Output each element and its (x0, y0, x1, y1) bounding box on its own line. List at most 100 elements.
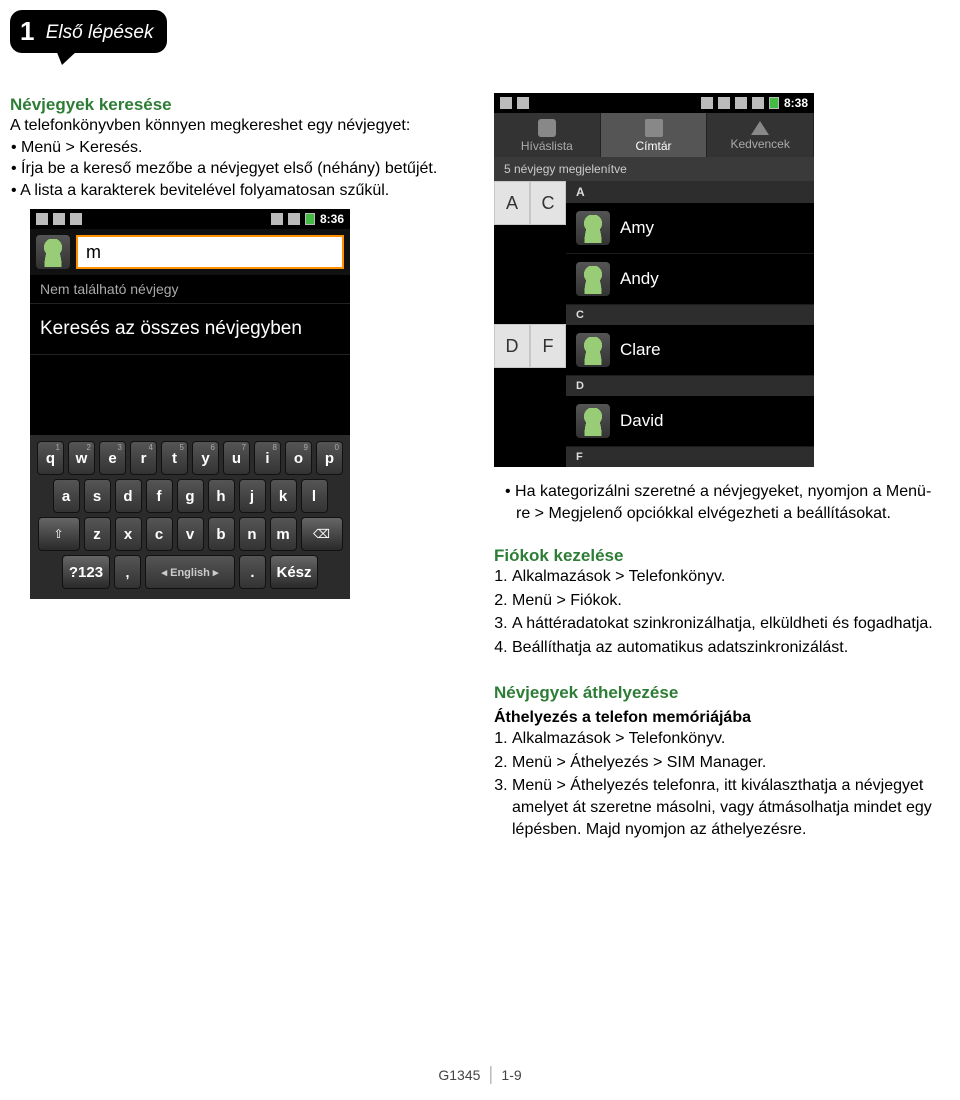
chapter-number: 1 (20, 16, 34, 46)
key-language[interactable]: ◂ English ▸ (145, 555, 235, 589)
section-title-search: Névjegyek keresése (10, 95, 470, 115)
status-time: 8:38 (784, 96, 808, 110)
avatar-icon (36, 235, 70, 269)
call-log-icon (538, 119, 556, 137)
status-icons-left (500, 97, 529, 109)
key-o[interactable]: 9o (285, 441, 312, 475)
key-z[interactable]: z (84, 517, 111, 551)
phone-search-screenshot: 8:36 m Nem található névjegy Keresés az … (30, 209, 350, 599)
move-steps: Alkalmazások > Telefonkönyv.Menü > Áthel… (494, 728, 940, 840)
contact-name: Amy (620, 218, 654, 238)
bullet-1: • Menü > Keresés. (10, 137, 470, 159)
list-item: Alkalmazások > Telefonkönyv. (512, 566, 940, 588)
speech-tail-icon (56, 50, 78, 65)
bullet-2: • Írja be a kereső mezőbe a névjegyet el… (10, 158, 470, 180)
key-period[interactable]: . (239, 555, 266, 589)
key-n[interactable]: n (239, 517, 266, 551)
contact-row[interactable]: Andy (566, 254, 814, 305)
key-backspace[interactable]: ⌫ (301, 517, 343, 551)
key-r[interactable]: 4r (130, 441, 157, 475)
page-footer: G1345 1-9 (438, 1066, 521, 1084)
contact-name: David (620, 411, 663, 431)
search-all-row[interactable]: Keresés az összes névjegyben (30, 303, 350, 355)
key-f[interactable]: f (146, 479, 173, 513)
tab-favorites[interactable]: Kedvencek (707, 113, 814, 157)
key-v[interactable]: v (177, 517, 204, 551)
key-s[interactable]: s (84, 479, 111, 513)
index-D[interactable]: D (494, 324, 530, 368)
list-item: Menü > Fiókok. (512, 590, 940, 612)
key-h[interactable]: h (208, 479, 235, 513)
battery-icon (769, 97, 779, 109)
section-header: D (566, 376, 814, 396)
key-done[interactable]: Kész (270, 555, 318, 589)
key-a[interactable]: a (53, 479, 80, 513)
key-w[interactable]: 2w (68, 441, 95, 475)
status-icons-right: 8:38 (701, 96, 808, 110)
move-subtitle: Áthelyezés a telefon memóriájába (494, 707, 940, 729)
list-item: Beállíthatja az automatikus adatszinkron… (512, 637, 940, 659)
index-F[interactable]: F (530, 324, 566, 368)
key-l[interactable]: l (301, 479, 328, 513)
tab-label: Kedvencek (730, 137, 789, 151)
chapter-tab: 1 Első lépések (10, 10, 167, 53)
search-row: m (30, 229, 350, 275)
tabs: Híváslista Címtár Kedvencek (494, 113, 814, 157)
contact-count: 5 névjegy megjelenítve (494, 157, 814, 181)
status-icon (36, 213, 48, 225)
accounts-steps: Alkalmazások > Telefonkönyv.Menü > Fióko… (494, 566, 940, 658)
key-q[interactable]: 1q (37, 441, 64, 475)
status-icon (517, 97, 529, 109)
index-A[interactable]: A (494, 181, 530, 225)
status-bar: 8:36 (30, 209, 350, 229)
key-x[interactable]: x (115, 517, 142, 551)
avatar-icon (576, 211, 610, 245)
signal-icon (735, 97, 747, 109)
status-icons-right: 8:36 (271, 212, 344, 226)
key-d[interactable]: d (115, 479, 142, 513)
key-p[interactable]: 0p (316, 441, 343, 475)
key-shift[interactable]: ⇧ (38, 517, 80, 551)
key-i[interactable]: 8i (254, 441, 281, 475)
contacts-icon (645, 119, 663, 137)
key-y[interactable]: 6y (192, 441, 219, 475)
no-result-label: Nem található névjegy (30, 275, 350, 303)
key-u[interactable]: 7u (223, 441, 250, 475)
avatar-icon (576, 262, 610, 296)
contact-row[interactable]: David (566, 396, 814, 447)
contact-row[interactable]: Amy (566, 203, 814, 254)
right-column: 8:38 Híváslista Címtár Kedvencek 5 névje… (494, 85, 940, 842)
contacts-area: AC DF A Amy Andy C Clare D David F (494, 181, 814, 467)
contact-row[interactable]: Clare (566, 325, 814, 376)
key-k[interactable]: k (270, 479, 297, 513)
contact-name: Andy (620, 269, 659, 289)
key-g[interactable]: g (177, 479, 204, 513)
signal-icon (288, 213, 300, 225)
key-c[interactable]: c (146, 517, 173, 551)
key-t[interactable]: 5t (161, 441, 188, 475)
list-item: Menü > Áthelyezés > SIM Manager. (512, 752, 940, 774)
intro-text: A telefonkönyvben könnyen megkereshet eg… (10, 115, 470, 137)
key-m[interactable]: m (270, 517, 297, 551)
list-item: Alkalmazások > Telefonkönyv. (512, 728, 940, 750)
tab-label: Híváslista (521, 139, 573, 153)
battery-icon (305, 213, 315, 225)
section-header: A (566, 181, 814, 203)
status-icon (718, 97, 730, 109)
tab-call-log[interactable]: Híváslista (494, 113, 601, 157)
star-icon (751, 121, 769, 135)
footer-separator (490, 1066, 491, 1084)
key-comma[interactable]: ‚ (114, 555, 141, 589)
search-input[interactable]: m (76, 235, 344, 269)
key-symbols[interactable]: ?123 (62, 555, 110, 589)
left-column: Névjegyek keresése A telefonkönyvben kön… (10, 85, 470, 842)
status-bar: 8:38 (494, 93, 814, 113)
alpha-index-grid: AC DF (494, 181, 566, 467)
index-C[interactable]: C (530, 181, 566, 225)
section-header: F (566, 447, 814, 467)
key-j[interactable]: j (239, 479, 266, 513)
key-b[interactable]: b (208, 517, 235, 551)
tab-contacts[interactable]: Címtár (601, 113, 708, 157)
key-e[interactable]: 3e (99, 441, 126, 475)
contact-name: Clare (620, 340, 661, 360)
